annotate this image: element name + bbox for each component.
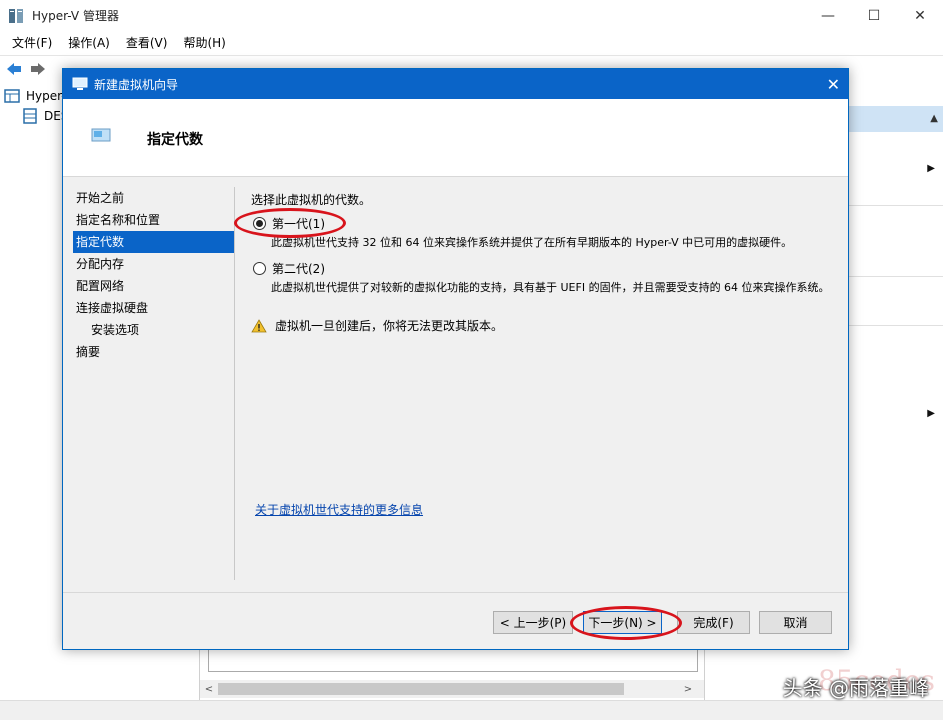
gen1-label[interactable]: 第一代(1)	[272, 215, 325, 232]
hyperv-manager-icon	[4, 89, 20, 103]
forward-button[interactable]	[28, 60, 48, 78]
gen2-option[interactable]: 第二代(2)	[253, 260, 325, 277]
steps-divider	[234, 187, 235, 580]
dialog-title: 新建虚拟机向导	[94, 77, 179, 92]
hyperv-app-icon	[9, 8, 23, 23]
details-box	[208, 648, 698, 672]
menu-file[interactable]: 文件(F)	[4, 34, 60, 51]
vm-icon	[72, 77, 88, 90]
gen1-radio[interactable]	[253, 217, 266, 230]
step-install-options[interactable]: 安装选项	[73, 319, 235, 341]
generation-prompt: 选择此虚拟机的代数。	[251, 193, 372, 207]
tree-root[interactable]: Hyper-	[4, 88, 66, 104]
submenu-arrow-icon[interactable]: ▶	[927, 163, 935, 174]
warning-text: 虚拟机一旦创建后，你将无法更改其版本。	[275, 319, 504, 333]
scroll-left-icon[interactable]: <	[201, 681, 217, 697]
minimize-button[interactable]: —	[805, 0, 851, 31]
menu-help[interactable]: 帮助(H)	[175, 34, 233, 51]
dialog-titlebar: 新建虚拟机向导 ✕	[63, 69, 848, 99]
step-before-you-begin[interactable]: 开始之前	[73, 187, 235, 209]
step-name-location[interactable]: 指定名称和位置	[73, 209, 235, 231]
back-button[interactable]	[4, 60, 24, 78]
scroll-thumb[interactable]	[218, 683, 624, 695]
close-button[interactable]: ✕	[897, 0, 943, 31]
window-controls: — ☐ ✕	[805, 0, 943, 31]
step-generation[interactable]: 指定代数	[73, 231, 235, 253]
finish-button[interactable]: 完成(F)	[677, 611, 750, 634]
cancel-button[interactable]: 取消	[759, 611, 832, 634]
wizard-steps: 开始之前 指定名称和位置 指定代数 分配内存 配置网络 连接虚拟硬盘 安装选项 …	[73, 187, 235, 363]
status-bar	[0, 700, 943, 720]
submenu-arrow-icon[interactable]: ▶	[927, 408, 935, 419]
scroll-right-icon[interactable]: >	[680, 681, 696, 697]
back-arrow-icon	[7, 62, 21, 75]
tree-root-label: Hyper-	[26, 89, 66, 103]
dialog-close-icon[interactable]: ✕	[827, 75, 840, 94]
gen1-option[interactable]: 第一代(1)	[253, 215, 325, 232]
step-network[interactable]: 配置网络	[73, 275, 235, 297]
footer-divider	[63, 592, 848, 593]
new-vm-wizard-dialog: 新建虚拟机向导 ✕ 指定代数 开始之前 指定名称和位置 指定代数 分配内存 配置…	[62, 68, 849, 650]
menu-action[interactable]: 操作(A)	[60, 34, 118, 51]
step-summary[interactable]: 摘要	[73, 341, 235, 363]
forward-arrow-icon	[31, 62, 45, 75]
author-watermark: 头条 @雨落重峰	[782, 676, 929, 700]
page-title: 指定代数	[147, 132, 203, 148]
gen2-label[interactable]: 第二代(2)	[272, 260, 325, 277]
previous-button[interactable]: < 上一步(P)	[493, 611, 573, 634]
dialog-header: 指定代数	[63, 99, 848, 177]
main-titlebar: Hyper-V 管理器 — ☐ ✕	[0, 0, 943, 31]
radio-selected-dot	[256, 220, 263, 227]
vm-generation-icon	[91, 128, 111, 142]
more-info-link[interactable]: 关于虚拟机世代支持的更多信息	[255, 501, 423, 518]
menu-view[interactable]: 查看(V)	[118, 34, 176, 51]
gen2-description: 此虚拟机世代提供了对较新的虚拟化功能的支持，具有基于 UEFI 的固件，并且需要…	[271, 281, 830, 294]
gen2-radio[interactable]	[253, 262, 266, 275]
warning-message: 虚拟机一旦创建后，你将无法更改其版本。	[251, 317, 503, 334]
step-memory[interactable]: 分配内存	[73, 253, 235, 275]
menu-bar: 文件(F) 操作(A) 查看(V) 帮助(H)	[0, 31, 943, 53]
server-icon	[23, 108, 37, 124]
collapse-up-icon[interactable]: ▲	[930, 113, 938, 124]
maximize-button[interactable]: ☐	[851, 0, 897, 31]
gen1-description: 此虚拟机世代支持 32 位和 64 位来宾操作系统并提供了在所有早期版本的 Hy…	[271, 236, 793, 249]
warning-icon	[251, 318, 267, 332]
app-title: Hyper-V 管理器	[32, 9, 119, 23]
step-virtual-disk[interactable]: 连接虚拟硬盘	[73, 297, 235, 319]
horizontal-scrollbar[interactable]: < >	[200, 680, 704, 698]
next-button[interactable]: 下一步(N) >	[583, 611, 662, 634]
